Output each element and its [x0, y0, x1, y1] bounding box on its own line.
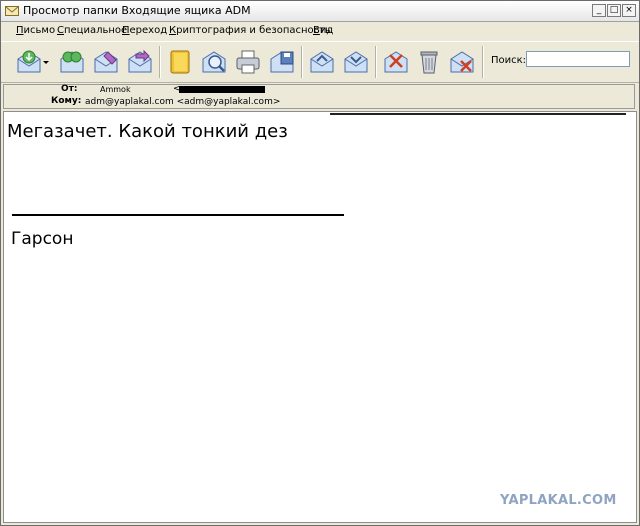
minimize-button[interactable]: _	[592, 4, 606, 17]
get-mail-icon[interactable]	[15, 48, 43, 76]
search-label: Поиск:	[491, 55, 527, 66]
mail-window: Просмотр папки Входящие ящика ADM _ □ × …	[0, 0, 640, 526]
prev-mail-icon[interactable]	[308, 48, 336, 76]
menu-item-view[interactable]: Вид	[313, 25, 333, 36]
menu-item-crypto[interactable]: Криптография и безопасность	[169, 25, 331, 36]
find-mail-icon[interactable]	[200, 48, 228, 76]
from-name[interactable]: Ammok	[100, 85, 131, 94]
close-button[interactable]: ×	[622, 4, 636, 17]
redacted-address	[179, 86, 265, 93]
notebook-icon[interactable]	[166, 48, 194, 76]
save-mail-icon[interactable]	[268, 48, 296, 76]
title-bar[interactable]: Просмотр папки Входящие ящика ADM _ □ ×	[1, 1, 639, 22]
menu-item-letter[interactable]: Письмо	[16, 25, 55, 36]
message-body[interactable]: Мегазачет. Какой тонкий дез Гарсон YAPLA…	[3, 111, 637, 523]
menu-item-go[interactable]: Переход	[122, 25, 167, 36]
message-header: От: Ammok < Кому: adm@yaplakal.com <adm@…	[1, 83, 639, 110]
menu-item-special[interactable]: Специальное	[57, 25, 127, 36]
window-title: Просмотр папки Входящие ящика ADM	[23, 4, 251, 17]
watermark: YAPLAKAL.COM	[500, 493, 617, 508]
message-text: Мегазачет. Какой тонкий дез	[7, 121, 288, 142]
print-icon[interactable]	[234, 48, 262, 76]
menu-bar: Письмо Специальное Переход Криптография …	[1, 22, 639, 40]
from-label: От:	[61, 84, 78, 94]
cancel-icon[interactable]	[382, 48, 410, 76]
message-signature: Гарсон	[11, 229, 74, 249]
envelope-icon	[5, 6, 19, 16]
trash-icon[interactable]	[415, 48, 443, 76]
to-address[interactable]: adm@yaplakal.com <adm@yaplakal.com>	[85, 97, 280, 107]
search-input[interactable]	[526, 51, 630, 67]
signature-rule	[12, 214, 344, 216]
edit-mail-icon[interactable]	[92, 48, 120, 76]
to-label: Кому:	[51, 96, 82, 106]
forward-mail-icon[interactable]	[126, 48, 154, 76]
toolbar-separator	[301, 46, 303, 78]
toolbar: Поиск:	[1, 41, 639, 83]
toolbar-separator	[375, 46, 377, 78]
delete-mail-icon[interactable]	[448, 48, 476, 76]
next-mail-icon[interactable]	[342, 48, 370, 76]
maximize-button[interactable]: □	[607, 4, 621, 17]
dropdown-arrow-icon[interactable]	[41, 48, 51, 76]
top-rule	[330, 113, 626, 115]
move-mail-icon[interactable]	[58, 48, 86, 76]
toolbar-separator	[482, 46, 484, 78]
toolbar-separator	[159, 46, 161, 78]
